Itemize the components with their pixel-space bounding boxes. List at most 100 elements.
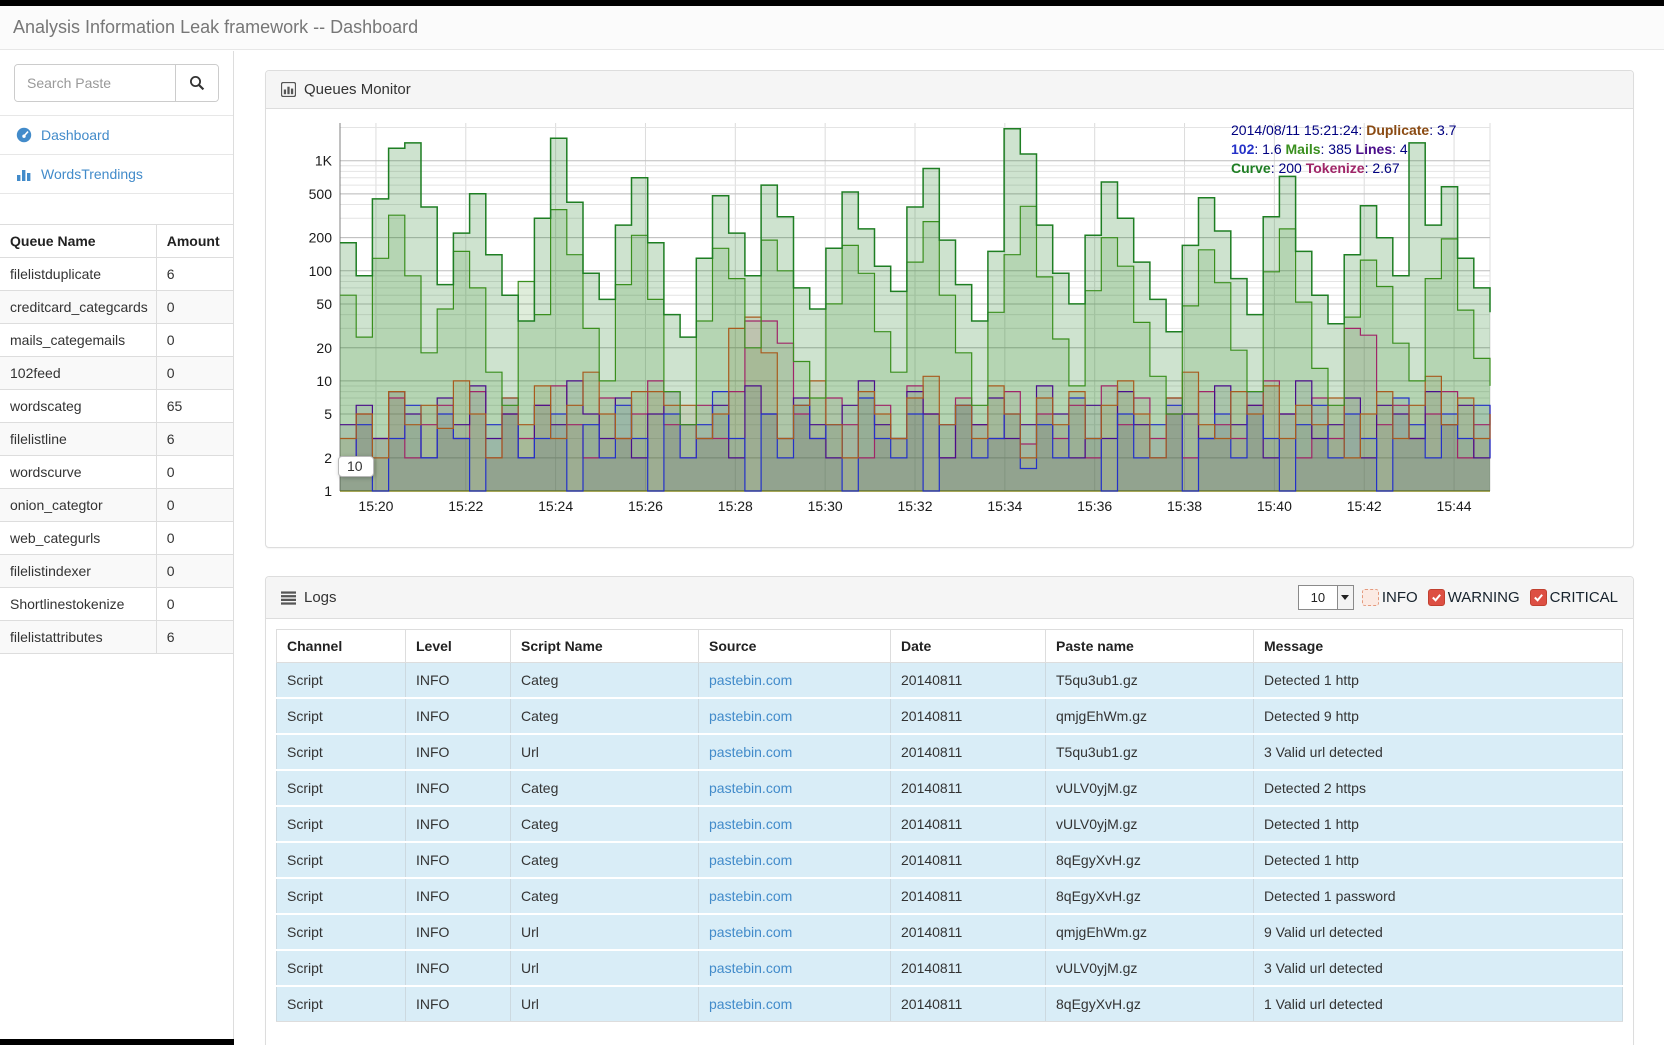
queue-amount: 0 <box>156 291 233 324</box>
log-source-link[interactable]: pastebin.com <box>709 708 792 724</box>
chart-panel-icon <box>281 82 296 97</box>
filter-label: INFO <box>1382 589 1418 606</box>
log-source-link[interactable]: pastebin.com <box>709 744 792 760</box>
search-input[interactable] <box>15 65 176 101</box>
x-axis-tick: 15:24 <box>538 498 573 514</box>
queue-amount: 6 <box>156 258 233 291</box>
y-axis-tick: 200 <box>309 230 333 246</box>
search-button[interactable] <box>176 65 218 101</box>
queue-row: wordscateg65 <box>0 390 233 423</box>
log-message: Detected 1 http <box>1254 842 1623 878</box>
log-row: ScriptINFOUrlpastebin.com20140811qmjgEhW… <box>277 914 1623 950</box>
queues-chart-area: 1251020501002005001K15:2015:2215:2415:26… <box>276 119 1623 537</box>
y-axis-tick: 100 <box>309 263 333 279</box>
x-axis-tick: 15:36 <box>1077 498 1112 514</box>
log-message: 3 Valid url detected <box>1254 950 1623 986</box>
queue-row: mails_categemails0 <box>0 324 233 357</box>
log-level: INFO <box>406 698 511 734</box>
log-channel: Script <box>277 842 406 878</box>
log-channel: Script <box>277 698 406 734</box>
log-script-name: Categ <box>511 842 699 878</box>
log-message: 1 Valid url detected <box>1254 986 1623 1022</box>
legend-series-name: Mails <box>1286 141 1321 157</box>
queue-row: 102feed0 <box>0 357 233 390</box>
filter-label: CRITICAL <box>1550 589 1618 606</box>
queue-amount: 65 <box>156 390 233 423</box>
log-message: Detected 2 https <box>1254 770 1623 806</box>
queues-chart[interactable]: 1251020501002005001K15:2015:2215:2415:26… <box>276 119 1516 517</box>
legend-text: : 2.67 <box>1365 160 1400 176</box>
x-axis-tick: 15:22 <box>448 498 483 514</box>
x-axis-tick: 15:40 <box>1257 498 1292 514</box>
queue-amount: 0 <box>156 555 233 588</box>
log-source-link[interactable]: pastebin.com <box>709 816 792 832</box>
queue-amount: 0 <box>156 357 233 390</box>
log-paste-name: qmjgEhWm.gz <box>1046 914 1254 950</box>
y-axis-tick: 5 <box>324 406 332 422</box>
log-date: 20140811 <box>891 698 1046 734</box>
window-bottom-edge <box>0 1039 234 1045</box>
chart-legend-line: 102: 1.6 Mails: 385 Lines: 4 <box>1231 140 1483 159</box>
sidebar-item-label: Dashboard <box>41 127 110 143</box>
log-script-name: Categ <box>511 806 699 842</box>
page-size-select[interactable]: 10 <box>1298 585 1354 610</box>
queues-monitor-panel: Queues Monitor 1251020501002005001K15:20… <box>265 70 1634 548</box>
sidebar-item-dashboard[interactable]: Dashboard <box>0 115 233 154</box>
legend-text: : 1.6 <box>1254 141 1285 157</box>
queue-amount: 0 <box>156 324 233 357</box>
filter-warning[interactable]: WARNING <box>1428 589 1520 606</box>
log-script-name: Categ <box>511 770 699 806</box>
queue-row: onion_categtor0 <box>0 489 233 522</box>
log-message: 3 Valid url detected <box>1254 734 1623 770</box>
x-axis-tick: 15:20 <box>358 498 393 514</box>
log-script-name: Url <box>511 734 699 770</box>
legend-series-name: Curve <box>1231 160 1271 176</box>
x-axis-tick: 15:34 <box>987 498 1022 514</box>
legend-text: : 3.7 <box>1429 122 1456 138</box>
log-source-link[interactable]: pastebin.com <box>709 924 792 940</box>
queue-row: filelistduplicate6 <box>0 258 233 291</box>
log-source-link[interactable]: pastebin.com <box>709 780 792 796</box>
log-date: 20140811 <box>891 878 1046 914</box>
log-level: INFO <box>406 806 511 842</box>
filter-critical[interactable]: CRITICAL <box>1530 589 1618 606</box>
log-source: pastebin.com <box>699 770 891 806</box>
queue-row: filelistline6 <box>0 423 233 456</box>
log-source-link[interactable]: pastebin.com <box>709 852 792 868</box>
log-source-link[interactable]: pastebin.com <box>709 888 792 904</box>
log-source: pastebin.com <box>699 698 891 734</box>
queue-amount: 0 <box>156 489 233 522</box>
logs-heading: Logs 10 INFOWARNINGCRITICAL <box>266 577 1633 619</box>
queue-row: filelistindexer0 <box>0 555 233 588</box>
main-content: Queues Monitor 1251020501002005001K15:20… <box>234 51 1664 1045</box>
x-axis-tick: 15:44 <box>1437 498 1472 514</box>
logs-column-header: Level <box>406 630 511 663</box>
log-message: Detected 1 http <box>1254 806 1623 842</box>
queue-table: Queue Name Amount filelistduplicate6cred… <box>0 224 233 654</box>
sidebar-item-label: WordsTrendings <box>41 166 143 182</box>
log-paste-name: 8qEgyXvH.gz <box>1046 986 1254 1022</box>
log-paste-name: vULV0yjM.gz <box>1046 806 1254 842</box>
log-channel: Script <box>277 950 406 986</box>
sidebar-item-wordstrendings[interactable]: WordsTrendings <box>0 154 233 194</box>
queue-table-header-name: Queue Name <box>0 225 156 258</box>
y-axis-tick: 50 <box>316 296 332 312</box>
logs-column-header: Script Name <box>511 630 699 663</box>
log-level: INFO <box>406 878 511 914</box>
log-source-link[interactable]: pastebin.com <box>709 672 792 688</box>
log-row: ScriptINFOCategpastebin.com201408118qEgy… <box>277 878 1623 914</box>
log-source-link[interactable]: pastebin.com <box>709 996 792 1012</box>
log-level: INFO <box>406 734 511 770</box>
log-date: 20140811 <box>891 806 1046 842</box>
log-source-link[interactable]: pastebin.com <box>709 960 792 976</box>
log-channel: Script <box>277 986 406 1022</box>
queue-name: filelistduplicate <box>0 258 156 291</box>
queue-name: Shortlinestokenize <box>0 588 156 621</box>
sidebar: Dashboard WordsTrendings Queue Name Amou… <box>0 51 234 1045</box>
search-icon <box>189 75 205 91</box>
filter-info[interactable]: INFO <box>1362 589 1418 606</box>
log-script-name: Url <box>511 914 699 950</box>
log-source: pastebin.com <box>699 734 891 770</box>
legend-text: 2014/08/11 15:21:24: <box>1231 122 1366 138</box>
window-top-edge <box>0 0 1664 6</box>
